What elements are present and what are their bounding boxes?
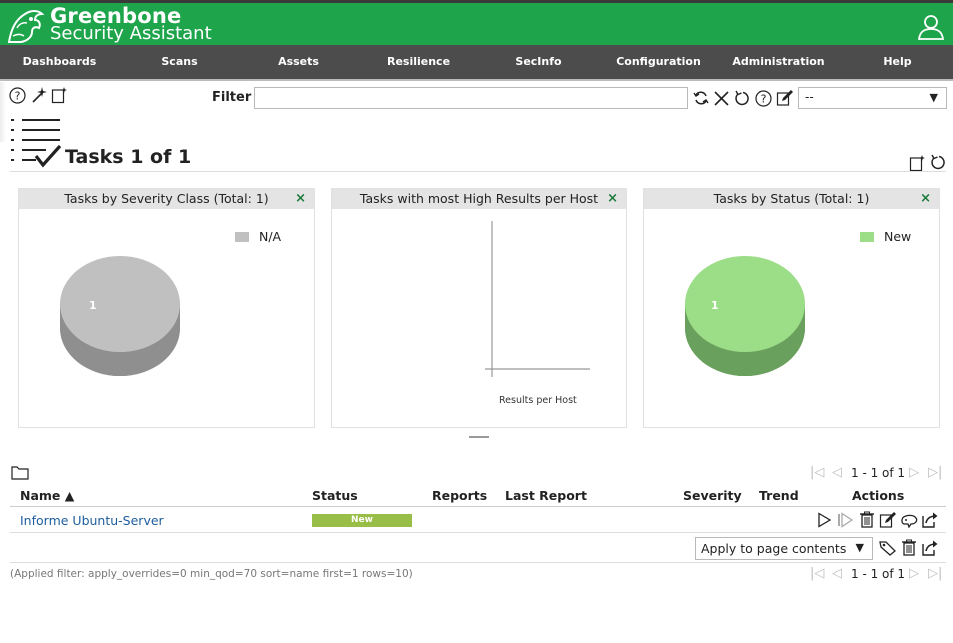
brand-subtitle: Security Assistant xyxy=(50,23,212,44)
task-name-link[interactable]: Informe Ubuntu-Server xyxy=(20,513,164,528)
edit-filter-icon[interactable] xyxy=(776,89,794,107)
bulk-export-icon[interactable] xyxy=(921,539,939,557)
panel-high-results: Tasks with most High Results per Host × … xyxy=(331,188,627,428)
footer-divider xyxy=(10,562,946,563)
resume-icon xyxy=(838,512,853,528)
next-page-icon[interactable]: ▷ xyxy=(909,566,919,581)
page-title: Tasks 1 of 1 xyxy=(65,146,192,168)
column-header-severity[interactable]: Severity xyxy=(683,488,742,503)
previous-page-icon[interactable]: ◁ xyxy=(832,566,842,581)
help-icon[interactable]: ? xyxy=(9,87,26,104)
svg-text:?: ? xyxy=(761,93,767,106)
header-divider xyxy=(10,506,946,507)
greenbone-logo-icon xyxy=(7,10,45,43)
close-icon[interactable]: × xyxy=(295,189,306,209)
main-menu: Dashboards Scans Assets Resilience SecIn… xyxy=(0,45,953,79)
clone-icon[interactable] xyxy=(900,512,919,528)
pie-chart-severity: 1 xyxy=(60,256,180,376)
panel-title: Tasks by Severity Class (Total: 1) xyxy=(64,191,269,206)
menu-scans[interactable]: Scans xyxy=(120,45,239,79)
bulk-trash-icon[interactable] xyxy=(901,539,917,556)
wizard-icon[interactable] xyxy=(30,86,48,104)
legend-swatch xyxy=(860,232,874,242)
panel-header: Tasks with most High Results per Host × xyxy=(332,189,626,209)
close-icon[interactable]: × xyxy=(920,189,931,209)
menu-secinfo[interactable]: SecInfo xyxy=(479,45,598,79)
previous-page-icon[interactable]: ◁ xyxy=(832,465,842,480)
reset-filter-icon[interactable] xyxy=(734,90,751,107)
pager-top: 1 - 1 of 1 xyxy=(851,466,906,480)
apply-to-select-value: Apply to page contents xyxy=(701,541,847,556)
panel-severity-class: Tasks by Severity Class (Total: 1) × N/A… xyxy=(18,188,315,428)
title-divider xyxy=(10,171,946,172)
reset-dashboard-icon[interactable] xyxy=(930,154,947,171)
first-page-icon[interactable]: |◁ xyxy=(810,465,824,480)
panel-header: Tasks by Status (Total: 1) × xyxy=(644,189,939,209)
task-list-icon xyxy=(11,119,62,168)
column-header-status[interactable]: Status xyxy=(312,488,358,503)
panel-title: Tasks by Status (Total: 1) xyxy=(713,191,870,206)
filter-input[interactable] xyxy=(254,87,688,109)
new-task-icon[interactable] xyxy=(51,86,69,104)
column-header-reports[interactable]: Reports xyxy=(432,488,487,503)
filter-help-icon[interactable]: ? xyxy=(755,90,772,107)
app-header: Greenbone Security Assistant xyxy=(0,3,953,45)
apply-to-select[interactable]: Apply to page contents ▼ xyxy=(695,537,873,560)
export-icon[interactable] xyxy=(921,511,939,529)
menu-administration[interactable]: Administration xyxy=(719,45,838,79)
panel-header: Tasks by Severity Class (Total: 1) × xyxy=(19,189,314,209)
menu-help[interactable]: Help xyxy=(838,45,953,79)
pager-bottom: 1 - 1 of 1 xyxy=(851,567,906,581)
menu-resilience[interactable]: Resilience xyxy=(359,45,478,79)
next-page-icon[interactable]: ▷ xyxy=(909,465,919,480)
pie-slice-label: 1 xyxy=(711,299,719,312)
x-axis-label: Results per Host xyxy=(499,395,577,406)
pie-slice-na xyxy=(60,256,180,352)
row-divider xyxy=(10,532,946,533)
empty-bar-chart xyxy=(485,221,590,377)
filter-select-value: -- xyxy=(805,90,814,104)
start-icon[interactable] xyxy=(817,512,832,528)
menu-shadow xyxy=(0,79,953,81)
last-page-icon[interactable]: ▷| xyxy=(928,465,942,480)
tag-icon[interactable] xyxy=(879,540,897,556)
panel-title: Tasks with most High Results per Host xyxy=(359,191,599,206)
chevron-down-icon: ▼ xyxy=(855,541,864,554)
column-header-trend[interactable]: Trend xyxy=(759,488,799,503)
legend-label: New xyxy=(884,229,912,244)
first-page-icon[interactable]: |◁ xyxy=(810,566,824,581)
menu-dashboards[interactable]: Dashboards xyxy=(0,45,119,79)
svg-text:?: ? xyxy=(15,90,21,103)
pie-slice-label: 1 xyxy=(89,299,97,312)
column-header-name[interactable]: Name ▲ xyxy=(20,488,74,503)
close-icon[interactable]: × xyxy=(607,189,618,209)
dashboard-resize-handle[interactable] xyxy=(469,436,489,438)
applied-filter-text: (Applied filter: apply_overrides=0 min_q… xyxy=(10,568,413,580)
legend-swatch xyxy=(235,232,249,242)
new-dashboard-display-icon[interactable] xyxy=(909,154,927,172)
last-page-icon[interactable]: ▷| xyxy=(928,566,942,581)
menu-assets[interactable]: Assets xyxy=(239,45,358,79)
filter-select[interactable]: -- ▼ xyxy=(798,87,947,109)
user-icon[interactable] xyxy=(917,13,945,41)
clear-filter-icon[interactable] xyxy=(713,90,730,107)
pie-slice-new xyxy=(685,256,805,352)
panel-status: Tasks by Status (Total: 1) × New 1 xyxy=(643,188,940,428)
left-shade xyxy=(0,82,6,142)
chevron-down-icon: ▼ xyxy=(929,91,938,104)
refresh-filter-icon[interactable] xyxy=(693,90,709,106)
legend-label: N/A xyxy=(259,229,282,244)
menu-configuration[interactable]: Configuration xyxy=(599,45,718,79)
edit-icon[interactable] xyxy=(879,511,897,529)
pie-chart-status: 1 xyxy=(685,256,805,376)
status-badge: New xyxy=(312,514,412,527)
filter-label: Filter xyxy=(212,90,252,105)
column-header-actions: Actions xyxy=(852,488,905,503)
column-header-last-report[interactable]: Last Report xyxy=(505,488,587,503)
folder-icon[interactable] xyxy=(11,465,29,480)
trash-icon[interactable] xyxy=(859,511,875,528)
